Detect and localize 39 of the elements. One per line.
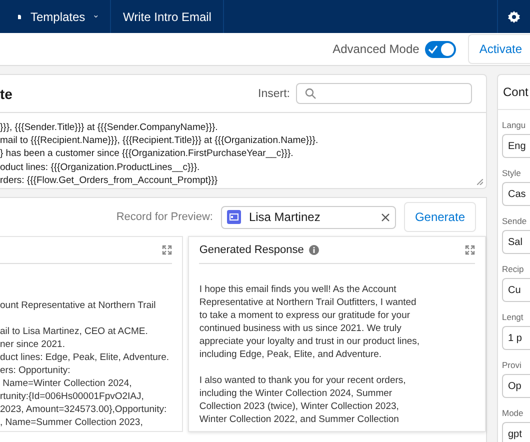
field-label: Provi <box>502 360 522 370</box>
advanced-mode-toggle[interactable] <box>425 40 456 58</box>
select-field[interactable]: Op <box>502 374 530 398</box>
record-lookup-field[interactable]: Lisa Martinez <box>220 206 396 228</box>
field-label: Lengt <box>502 312 524 322</box>
expand-icon[interactable] <box>465 245 475 255</box>
field-label: Langu <box>502 120 527 130</box>
configuration-heading: Cont <box>498 75 530 110</box>
field-label: Style <box>502 168 522 178</box>
check-icon <box>428 44 438 54</box>
expand-icon[interactable] <box>162 245 172 255</box>
resolved-prompt-text: ount Representative at Northern Trail <box>0 299 157 312</box>
generated-response-title: Generated Response <box>199 244 304 256</box>
select-field[interactable]: Sal <box>502 230 530 254</box>
insert-label: Insert: <box>258 88 290 100</box>
record-preview-label: Record for Preview: <box>116 211 213 223</box>
select-field[interactable]: Cas <box>502 182 530 206</box>
generate-button[interactable]: Generate <box>404 202 476 232</box>
select-field[interactable]: Cu <box>502 278 530 302</box>
clear-icon[interactable] <box>380 212 390 222</box>
advanced-mode-label: Advanced Mode <box>332 42 420 56</box>
search-icon <box>305 88 316 99</box>
select-field[interactable]: 1 p <box>502 326 530 350</box>
settings-icon[interactable] <box>508 10 520 22</box>
select-field[interactable]: Eng <box>502 134 530 158</box>
activate-button[interactable]: Activate <box>468 34 530 64</box>
response-paragraph: I also wanted to thank you for your recent orders, including the Winter Collection 2024, Summer Collection 2023 (twice), Winter Collection 2023, Winter Collection 2022, and Summer Collection <box>199 374 407 426</box>
field-label: Mode <box>502 408 524 418</box>
response-paragraph: I hope this email finds you well! As the Account Representative at Northern Trail Outfitters, I wanted to take a moment to express our gratitude for your continued business with us since 2021. We truly appreciate your loyalty and trust in our product lines, including Edge, Peak, Elite, and Adventure. <box>199 283 421 361</box>
resize-grip-icon[interactable] <box>477 179 483 185</box>
info-icon <box>308 245 319 255</box>
contact-icon <box>226 210 241 224</box>
select-field[interactable]: gpt <box>502 422 530 442</box>
template-title: te <box>0 86 14 102</box>
resolved-prompt-text: ail to Lisa Martinez, CEO at ACME. ner since 2021. duct lines: Edge, Peak, Elite, Adventure. ers: Opportunity: Name=Winter Collection 2024, rtunity:{Id=006Hs00001FpvO2IAJ, 2023, Amount=324573.00},Opportunity: , Name=Summer Collection 2023, <box>0 325 170 429</box>
field-label: Recip <box>502 264 525 274</box>
insert-search-field[interactable] <box>296 83 472 104</box>
field-label: Sende <box>502 216 528 226</box>
prompt-editor[interactable]: }}}, {{{Sender.Title}}} at {{{Sender.CompanyName}}}. mail to {{{Recipient.Name}}}, {{{Recipient.Title}}} at {{{Organization.Name}}}. } has been a customer since {{{Organization.FirstPurchaseYear__c}}}. oduct lines: {{{Organization.ProductLines__c}}}. rders: {{{Flow.Get_Orders_from_Account_Prompt}}} <box>0 112 486 188</box>
